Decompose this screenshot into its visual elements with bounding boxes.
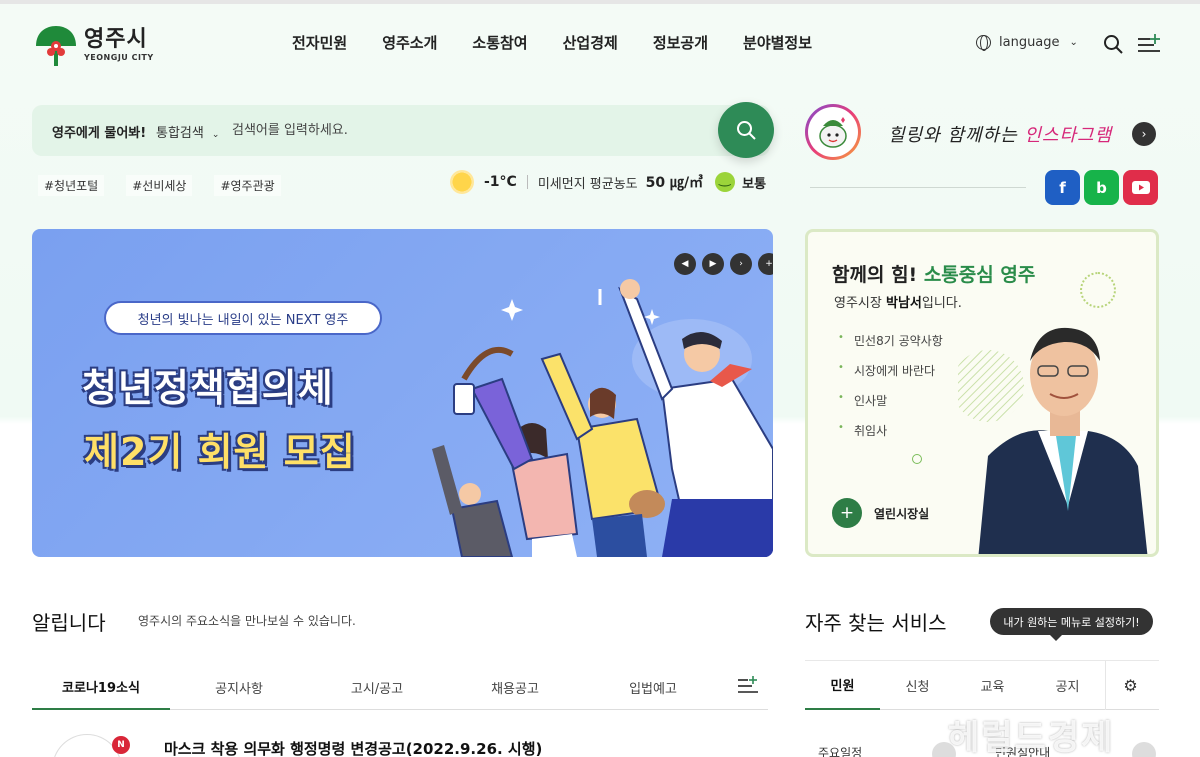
next-icon[interactable] (1132, 742, 1156, 757)
nav-item-information[interactable]: 정보공개 (653, 32, 708, 53)
tab-apply[interactable]: 신청 (880, 661, 955, 710)
search-input[interactable] (232, 116, 702, 144)
divider (526, 175, 528, 189)
notice-headline: 마스크 착용 의무화 행정명령 변경공고(2022.9.26. 시행) (164, 740, 543, 757)
tab-civil[interactable]: 민원 (805, 661, 880, 710)
temperature: -1°C (484, 174, 517, 190)
intro-part: 영주시장 (834, 296, 886, 311)
services-section-title: 자주 찾는 서비스 (805, 611, 947, 635)
decorative-circle (912, 454, 922, 464)
tab-announcements[interactable]: 고시/공고 (308, 664, 446, 710)
notice-tabs: 코로나19소식 공지사항 고시/공고 채용공고 입법예고 (32, 664, 768, 710)
title-highlight: 소통중심 영주 (923, 264, 1036, 286)
service-item-schedule[interactable]: 주요일정 (818, 744, 862, 757)
more-menu-icon[interactable] (738, 676, 758, 694)
language-selector[interactable]: language ⌄ (976, 35, 1078, 51)
search-bar: 영주에게 물어봐! 통합검색 ⌄ (32, 105, 770, 156)
search-scope-label: 통합검색 (156, 126, 204, 141)
search-icon[interactable] (1103, 34, 1123, 54)
main-banner[interactable]: ◀ ▶ › + 청년의 빛나는 내일이 있는 NEXT 영주 청년정책협의체 제… (32, 229, 773, 557)
nav-item-civil-service[interactable]: 전자민원 (292, 32, 347, 53)
chevron-down-icon: ⌄ (211, 130, 220, 140)
nav-item-about[interactable]: 영주소개 (382, 32, 437, 53)
watermark: 헤럴드경제 (948, 718, 1115, 757)
mascot-icon (819, 117, 847, 148)
nav-item-participation[interactable]: 소통참여 (472, 32, 527, 53)
decorative-dotted-circle (1080, 272, 1116, 308)
logo[interactable]: 영주시 YEONGJU CITY (32, 22, 162, 68)
open-mayor-office-button[interactable]: + 열린시장실 (832, 498, 929, 528)
new-badge: N (112, 736, 130, 754)
title-part: 함께 (832, 264, 867, 286)
hashtag-youth[interactable]: #청년포털 (38, 175, 105, 196)
gear-icon[interactable]: ⚙ (1105, 661, 1155, 710)
mayor-links: 민선8기 공약사항 시장에게 바란다 인사말 취임사 (838, 332, 943, 452)
mayor-link-greeting[interactable]: 인사말 (838, 392, 943, 409)
mayor-name: 박남서 (885, 296, 922, 311)
logo-title: 영주시 (84, 26, 148, 52)
blog-icon: b (1096, 178, 1107, 197)
nav-item-categories[interactable]: 분야별정보 (743, 32, 812, 53)
search-scope-select[interactable]: 통합검색 ⌄ (156, 122, 219, 141)
instagram-link-text[interactable]: 힐링와 함께하는 인스타그램 (888, 121, 1112, 147)
nav-item-economy[interactable]: 산업경제 (563, 32, 618, 53)
instagram-mascot-icon[interactable] (805, 104, 861, 160)
mayor-link-suggest[interactable]: 시장에게 바란다 (838, 362, 943, 379)
instagram-text-highlight: 인스타그램 (1024, 125, 1113, 146)
search-button[interactable] (718, 102, 774, 158)
facebook-button[interactable]: f (1045, 170, 1080, 205)
services-tabs: 민원 신청 교육 공지 ⚙ (805, 660, 1159, 710)
plus-icon: + (832, 498, 862, 528)
fine-dust-status: 보통 (742, 176, 767, 192)
hashtag-tourism[interactable]: #영주관광 (214, 175, 281, 196)
chevron-down-icon: ⌄ (1069, 37, 1078, 48)
arrow-right-icon[interactable]: › (1132, 122, 1156, 146)
instagram-text-prefix: 힐링와 함께하는 (888, 125, 1025, 146)
language-label: language (999, 35, 1060, 50)
mayor-card-title: 함께의 힘! 소통중심 영주 (832, 260, 1035, 287)
tab-covid19[interactable]: 코로나19소식 (32, 664, 170, 710)
mayor-card: 함께의 힘! 소통중심 영주 영주시장 박남서입니다. 민선8기 공약사항 시장… (805, 229, 1159, 557)
youtube-button[interactable] (1123, 170, 1158, 205)
mayor-link-inauguration[interactable]: 취임사 (838, 422, 943, 439)
tab-education[interactable]: 교육 (955, 661, 1030, 710)
mayor-intro: 영주시장 박남서입니다. (834, 292, 962, 311)
fine-dust-value: 50 ㎍/㎥ (645, 175, 704, 191)
weather-widget: -1°C 미세먼지 평균농도 50 ㎍/㎥ 보통 (450, 168, 766, 196)
tab-notice[interactable]: 공지 (1030, 661, 1105, 710)
divider (810, 187, 1026, 188)
customize-menu-tooltip[interactable]: 내가 원하는 메뉴로 설정하기! (990, 608, 1153, 641)
mayor-link-pledges[interactable]: 민선8기 공약사항 (838, 332, 943, 349)
main-nav: 전자민원 영주소개 소통참여 산업경제 정보공개 분야별정보 (292, 32, 847, 53)
hashtag-list: #청년포털 #선비세상 #영주관광 (38, 175, 281, 196)
ask-yeongju-label: 영주에게 물어봐! (52, 126, 147, 141)
youtube-icon (1131, 181, 1150, 194)
notice-section-title: 알립니다 (32, 611, 106, 635)
facebook-icon: f (1059, 178, 1066, 197)
fine-dust-label: 미세먼지 평균농도 (537, 176, 638, 192)
smile-face-icon (715, 171, 736, 192)
hashtag-seonbi[interactable]: #선비세상 (126, 175, 193, 196)
site-header: 영주시 YEONGJU CITY 전자민원 영주소개 소통참여 산업경제 정보공… (0, 4, 1200, 80)
blog-button[interactable]: b (1084, 170, 1119, 205)
intro-part: 입니다. (921, 296, 962, 311)
mayor-photo (958, 327, 1148, 554)
globe-icon (976, 35, 991, 51)
banner-illustration (432, 279, 773, 557)
logo-subtitle: YEONGJU CITY (84, 52, 154, 62)
banner-tagline: 청년의 빛나는 내일이 있는 NEXT 영주 (104, 301, 382, 335)
open-mayor-office-label: 열린시장실 (874, 506, 930, 521)
tab-notices[interactable]: 공지사항 (170, 664, 308, 710)
sun-icon (450, 170, 474, 194)
banner-title: 청년정책협의체 (82, 366, 334, 410)
search-icon (737, 121, 756, 140)
tab-recruitment[interactable]: 채용공고 (446, 664, 584, 710)
all-menu-icon[interactable] (1138, 34, 1160, 54)
logo-emblem-icon (36, 26, 76, 66)
banner-subtitle: 제2기 회원 모집 (84, 430, 356, 474)
tab-legislation[interactable]: 입법예고 (584, 664, 722, 710)
notice-item[interactable]: N 마스크 착용 의무화 행정명령 변경공고(2022.9.26. 시행) (52, 732, 768, 757)
title-part: 의 힘! (866, 264, 924, 286)
notice-section-description: 영주시의 주요소식을 만나보실 수 있습니다. (138, 614, 356, 628)
